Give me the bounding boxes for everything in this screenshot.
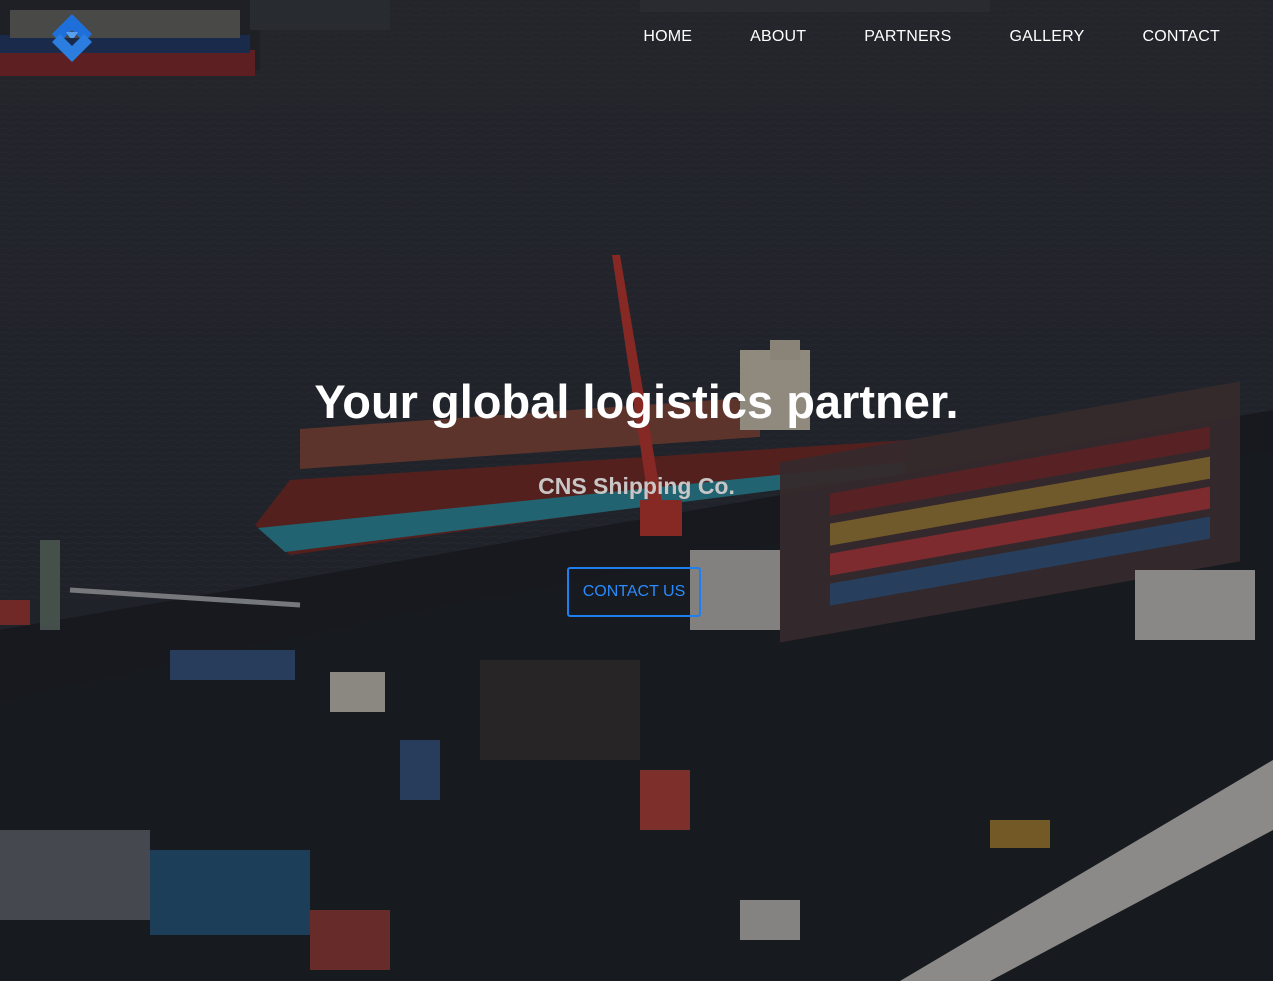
- hero-title: Your global logistics partner.: [314, 375, 959, 428]
- hero-subtitle: CNS Shipping Co.: [538, 473, 735, 499]
- nav-item-home[interactable]: HOME: [643, 26, 692, 48]
- nav-item-contact[interactable]: CONTACT: [1142, 26, 1220, 48]
- contact-us-button[interactable]: CONTACT US: [567, 567, 701, 617]
- diamond-logo-icon[interactable]: [44, 12, 100, 66]
- nav-item-partners[interactable]: PARTNERS: [864, 26, 951, 48]
- main-nav: HOME ABOUT PARTNERS GALLERY CONTACT: [643, 26, 1220, 48]
- nav-item-gallery[interactable]: GALLERY: [1010, 26, 1085, 48]
- hero-section: HOME ABOUT PARTNERS GALLERY CONTACT Your…: [0, 0, 1273, 981]
- nav-item-about[interactable]: ABOUT: [750, 26, 806, 48]
